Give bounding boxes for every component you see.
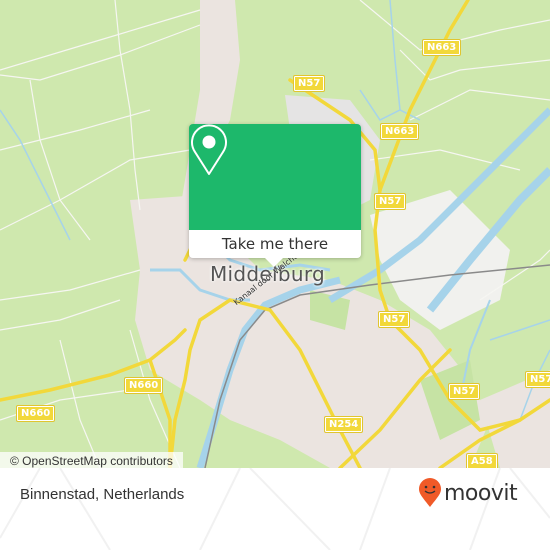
road-shield-n254: N254 bbox=[323, 416, 364, 433]
road-shield-n660: N660 bbox=[15, 405, 56, 422]
popup-arrow bbox=[265, 258, 283, 267]
road-shield-n663: N663 bbox=[379, 123, 420, 140]
map-view[interactable]: N663 N57 N663 N57 N57 N57 N57 N254 N660 … bbox=[0, 0, 550, 468]
road-shield-n663: N663 bbox=[421, 39, 462, 56]
popup-header bbox=[189, 124, 361, 230]
location-popup: Take me there bbox=[189, 124, 361, 267]
road-shield-n57: N57 bbox=[524, 371, 550, 388]
road-shield-n57: N57 bbox=[292, 75, 326, 92]
map-pin-icon bbox=[191, 124, 227, 175]
road-shield-n57: N57 bbox=[373, 193, 407, 210]
road-shield-n57: N57 bbox=[377, 311, 411, 328]
road-shield-n660: N660 bbox=[123, 377, 164, 394]
map-attribution[interactable]: © OpenStreetMap contributors bbox=[0, 452, 183, 468]
moovit-pin-icon bbox=[419, 478, 441, 507]
brand-name: moovit bbox=[444, 480, 518, 506]
take-me-there-button[interactable]: Take me there bbox=[189, 230, 361, 258]
road-shield-a58: A58 bbox=[466, 453, 498, 468]
place-name: Binnenstad, Netherlands bbox=[20, 486, 185, 503]
footer: Binnenstad, Netherlands moovit bbox=[0, 468, 550, 550]
moovit-logo[interactable]: moovit bbox=[418, 478, 518, 508]
road-shield-n57: N57 bbox=[447, 383, 481, 400]
